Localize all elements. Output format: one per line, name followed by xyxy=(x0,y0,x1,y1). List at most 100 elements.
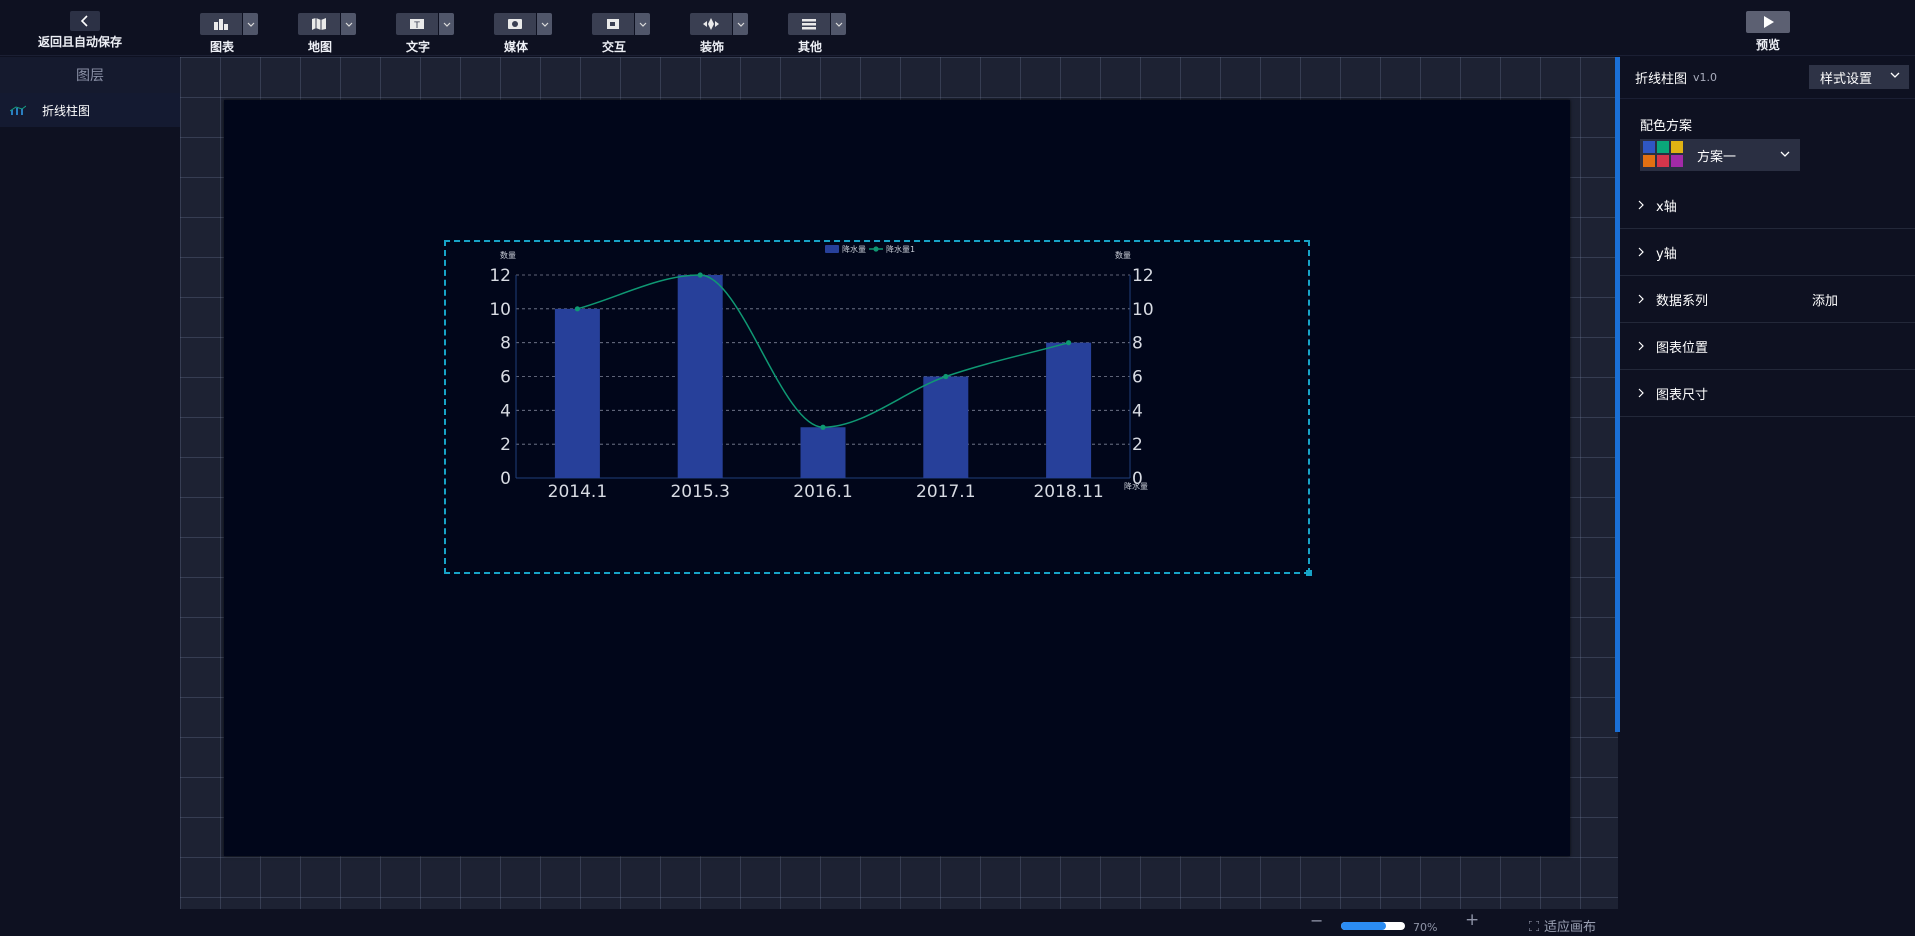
y-axis-title-right: 数量 xyxy=(1115,250,1131,260)
fit-screen-icon xyxy=(1529,920,1539,931)
chevron-down-icon[interactable] xyxy=(831,13,846,35)
style-settings-dropdown[interactable]: 样式设置 xyxy=(1809,65,1909,89)
interaction-icon[interactable] xyxy=(592,13,634,35)
y-tick-label-left: 4 xyxy=(500,401,511,421)
screen-stage[interactable]: 0 0 2 2 4 4 6 6 8 8 10 10 12 12 数量 数量 降水量 2014.1 2015.3 201… xyxy=(224,100,1570,856)
chevron-down-icon[interactable] xyxy=(733,13,748,35)
chevron-down-icon[interactable] xyxy=(635,13,650,35)
line-point xyxy=(943,373,949,380)
bar xyxy=(1046,342,1092,478)
y-tick-label-right: 10 xyxy=(1132,300,1154,320)
chevron-down-icon[interactable] xyxy=(537,13,552,35)
settings-sections: x轴 y轴 数据系列 添加 图表位置 图表尺寸 xyxy=(1620,182,1915,417)
chevron-right-icon xyxy=(1638,341,1644,351)
chevron-right-icon xyxy=(1638,247,1644,257)
section-label: x轴 xyxy=(1656,199,1677,215)
color-swatch xyxy=(1643,155,1655,167)
editor-canvas[interactable]: 0 0 2 2 4 4 6 6 8 8 10 10 12 12 数量 数量 降水量 2014.1 2015.3 201… xyxy=(180,57,1618,909)
layers-title: 图层 xyxy=(0,57,180,93)
x-tick-label: 2017.1 xyxy=(916,482,975,502)
y-tick-label-right: 12 xyxy=(1132,266,1154,286)
version-label: v1.0 xyxy=(1693,71,1718,84)
y-tick-label-left: 8 xyxy=(500,334,511,354)
color-scheme-value: 方案一 xyxy=(1697,149,1737,165)
color-scheme-select[interactable]: 方案一 xyxy=(1640,139,1800,171)
tool-label: 地图 xyxy=(307,40,332,54)
zoom-slider[interactable] xyxy=(1341,922,1405,930)
back-button[interactable] xyxy=(70,11,100,31)
panel-header: 折线柱图 v1.0 样式设置 xyxy=(1620,57,1915,99)
section-label: 图表尺寸 xyxy=(1656,387,1709,403)
preview-label: 预览 xyxy=(1755,38,1780,52)
chart-widget[interactable]: 0 0 2 2 4 4 6 6 8 8 10 10 12 12 数量 数量 降水量 2014.1 2015.3 201… xyxy=(444,240,1312,576)
y-tick-label-left: 2 xyxy=(500,435,511,455)
chevron-down-icon[interactable] xyxy=(341,13,356,35)
legend-label: 降水量 xyxy=(842,244,866,254)
panel-title: 折线柱图 xyxy=(1635,72,1688,87)
property-panel: 折线柱图 v1.0 样式设置 配色方案 方案一 x轴 y轴 数据系列 添加 图表… xyxy=(1620,57,1915,936)
bar xyxy=(923,376,969,478)
y-tick-label-right: 2 xyxy=(1132,435,1143,455)
zoom-slider-fill xyxy=(1341,922,1386,930)
chevron-right-icon xyxy=(1638,294,1644,304)
media-icon[interactable] xyxy=(494,13,536,35)
tool-chart[interactable]: 图表 xyxy=(200,13,258,55)
chevron-down-icon[interactable] xyxy=(243,13,258,35)
section-chart-size[interactable]: 图表尺寸 xyxy=(1620,370,1915,417)
fit-canvas-button[interactable]: 适应画布 xyxy=(1529,916,1596,935)
x-tick-label: 2018.11 xyxy=(1033,482,1103,502)
play-icon[interactable] xyxy=(1746,11,1790,33)
tool-decoration[interactable]: 装饰 xyxy=(690,13,748,55)
tool-map[interactable]: 地图 xyxy=(298,13,356,55)
color-swatch xyxy=(1671,141,1683,153)
bar-line-chart-icon xyxy=(10,105,26,115)
preview-button[interactable]: 预览 xyxy=(1746,11,1790,53)
tool-media[interactable]: 媒体 xyxy=(494,13,552,55)
tool-label: 交互 xyxy=(601,40,626,54)
x-tick-label: 2016.1 xyxy=(793,482,852,502)
bottom-bar: − 70% + 适应画布 xyxy=(180,909,1618,936)
color-scheme-label: 配色方案 xyxy=(1640,119,1693,134)
y-axis-title-left: 数量 xyxy=(500,250,516,260)
section-y-axis[interactable]: y轴 xyxy=(1620,229,1915,276)
zoom-in-button[interactable]: + xyxy=(1465,910,1479,930)
line-point xyxy=(697,272,703,278)
decoration-icon[interactable] xyxy=(690,13,732,35)
tool-label: 文字 xyxy=(405,40,430,54)
legend-line-dot xyxy=(873,246,879,252)
y-tick-label-right: 4 xyxy=(1132,401,1143,421)
add-series-button[interactable]: 添加 xyxy=(1812,290,1838,309)
section-label: 数据系列 xyxy=(1656,293,1709,309)
tool-text[interactable]: T 文字 xyxy=(396,13,454,55)
section-chart-position[interactable]: 图表位置 xyxy=(1620,323,1915,370)
layer-item[interactable]: 折线柱图 xyxy=(0,93,180,127)
chevron-down-icon xyxy=(1780,151,1790,157)
text-icon[interactable]: T xyxy=(396,13,438,35)
zoom-out-button[interactable]: − xyxy=(1310,911,1323,930)
style-settings-label: 样式设置 xyxy=(1820,71,1873,87)
chart-icon[interactable] xyxy=(200,13,242,35)
other-icon[interactable] xyxy=(788,13,830,35)
x-tick-label: 2015.3 xyxy=(670,482,729,502)
top-toolbar: 返回且自动保存 图表 地图 T 文字 媒体 交互 装饰 其他 预览 xyxy=(0,0,1915,56)
y-tick-label-right: 8 xyxy=(1132,334,1143,354)
tool-label: 图表 xyxy=(209,40,234,54)
map-icon[interactable] xyxy=(298,13,340,35)
svg-text:T: T xyxy=(413,21,420,31)
chevron-down-icon[interactable] xyxy=(439,13,454,35)
back-save-label[interactable]: 返回且自动保存 xyxy=(38,33,122,50)
legend-label: 降水量1 xyxy=(886,244,915,254)
color-swatch xyxy=(1671,155,1683,167)
tool-interaction[interactable]: 交互 xyxy=(592,13,650,55)
section-x-axis[interactable]: x轴 xyxy=(1620,182,1915,229)
resize-handle[interactable] xyxy=(1306,570,1312,576)
y-tick-label-left: 10 xyxy=(489,300,511,320)
section-data-series[interactable]: 数据系列 添加 xyxy=(1620,276,1915,323)
bar-line-chart[interactable]: 0 02 24 46 68 810 1012 12数量 数量降水量2014.1 2015.3 201… xyxy=(446,242,1308,572)
tool-other[interactable]: 其他 xyxy=(788,13,846,55)
chevron-down-icon xyxy=(1890,72,1900,78)
layers-panel: 图层 折线柱图 xyxy=(0,57,180,936)
y-tick-label-left: 0 xyxy=(500,469,511,489)
zoom-value: 70% xyxy=(1413,921,1438,934)
tool-label: 其他 xyxy=(797,40,822,54)
